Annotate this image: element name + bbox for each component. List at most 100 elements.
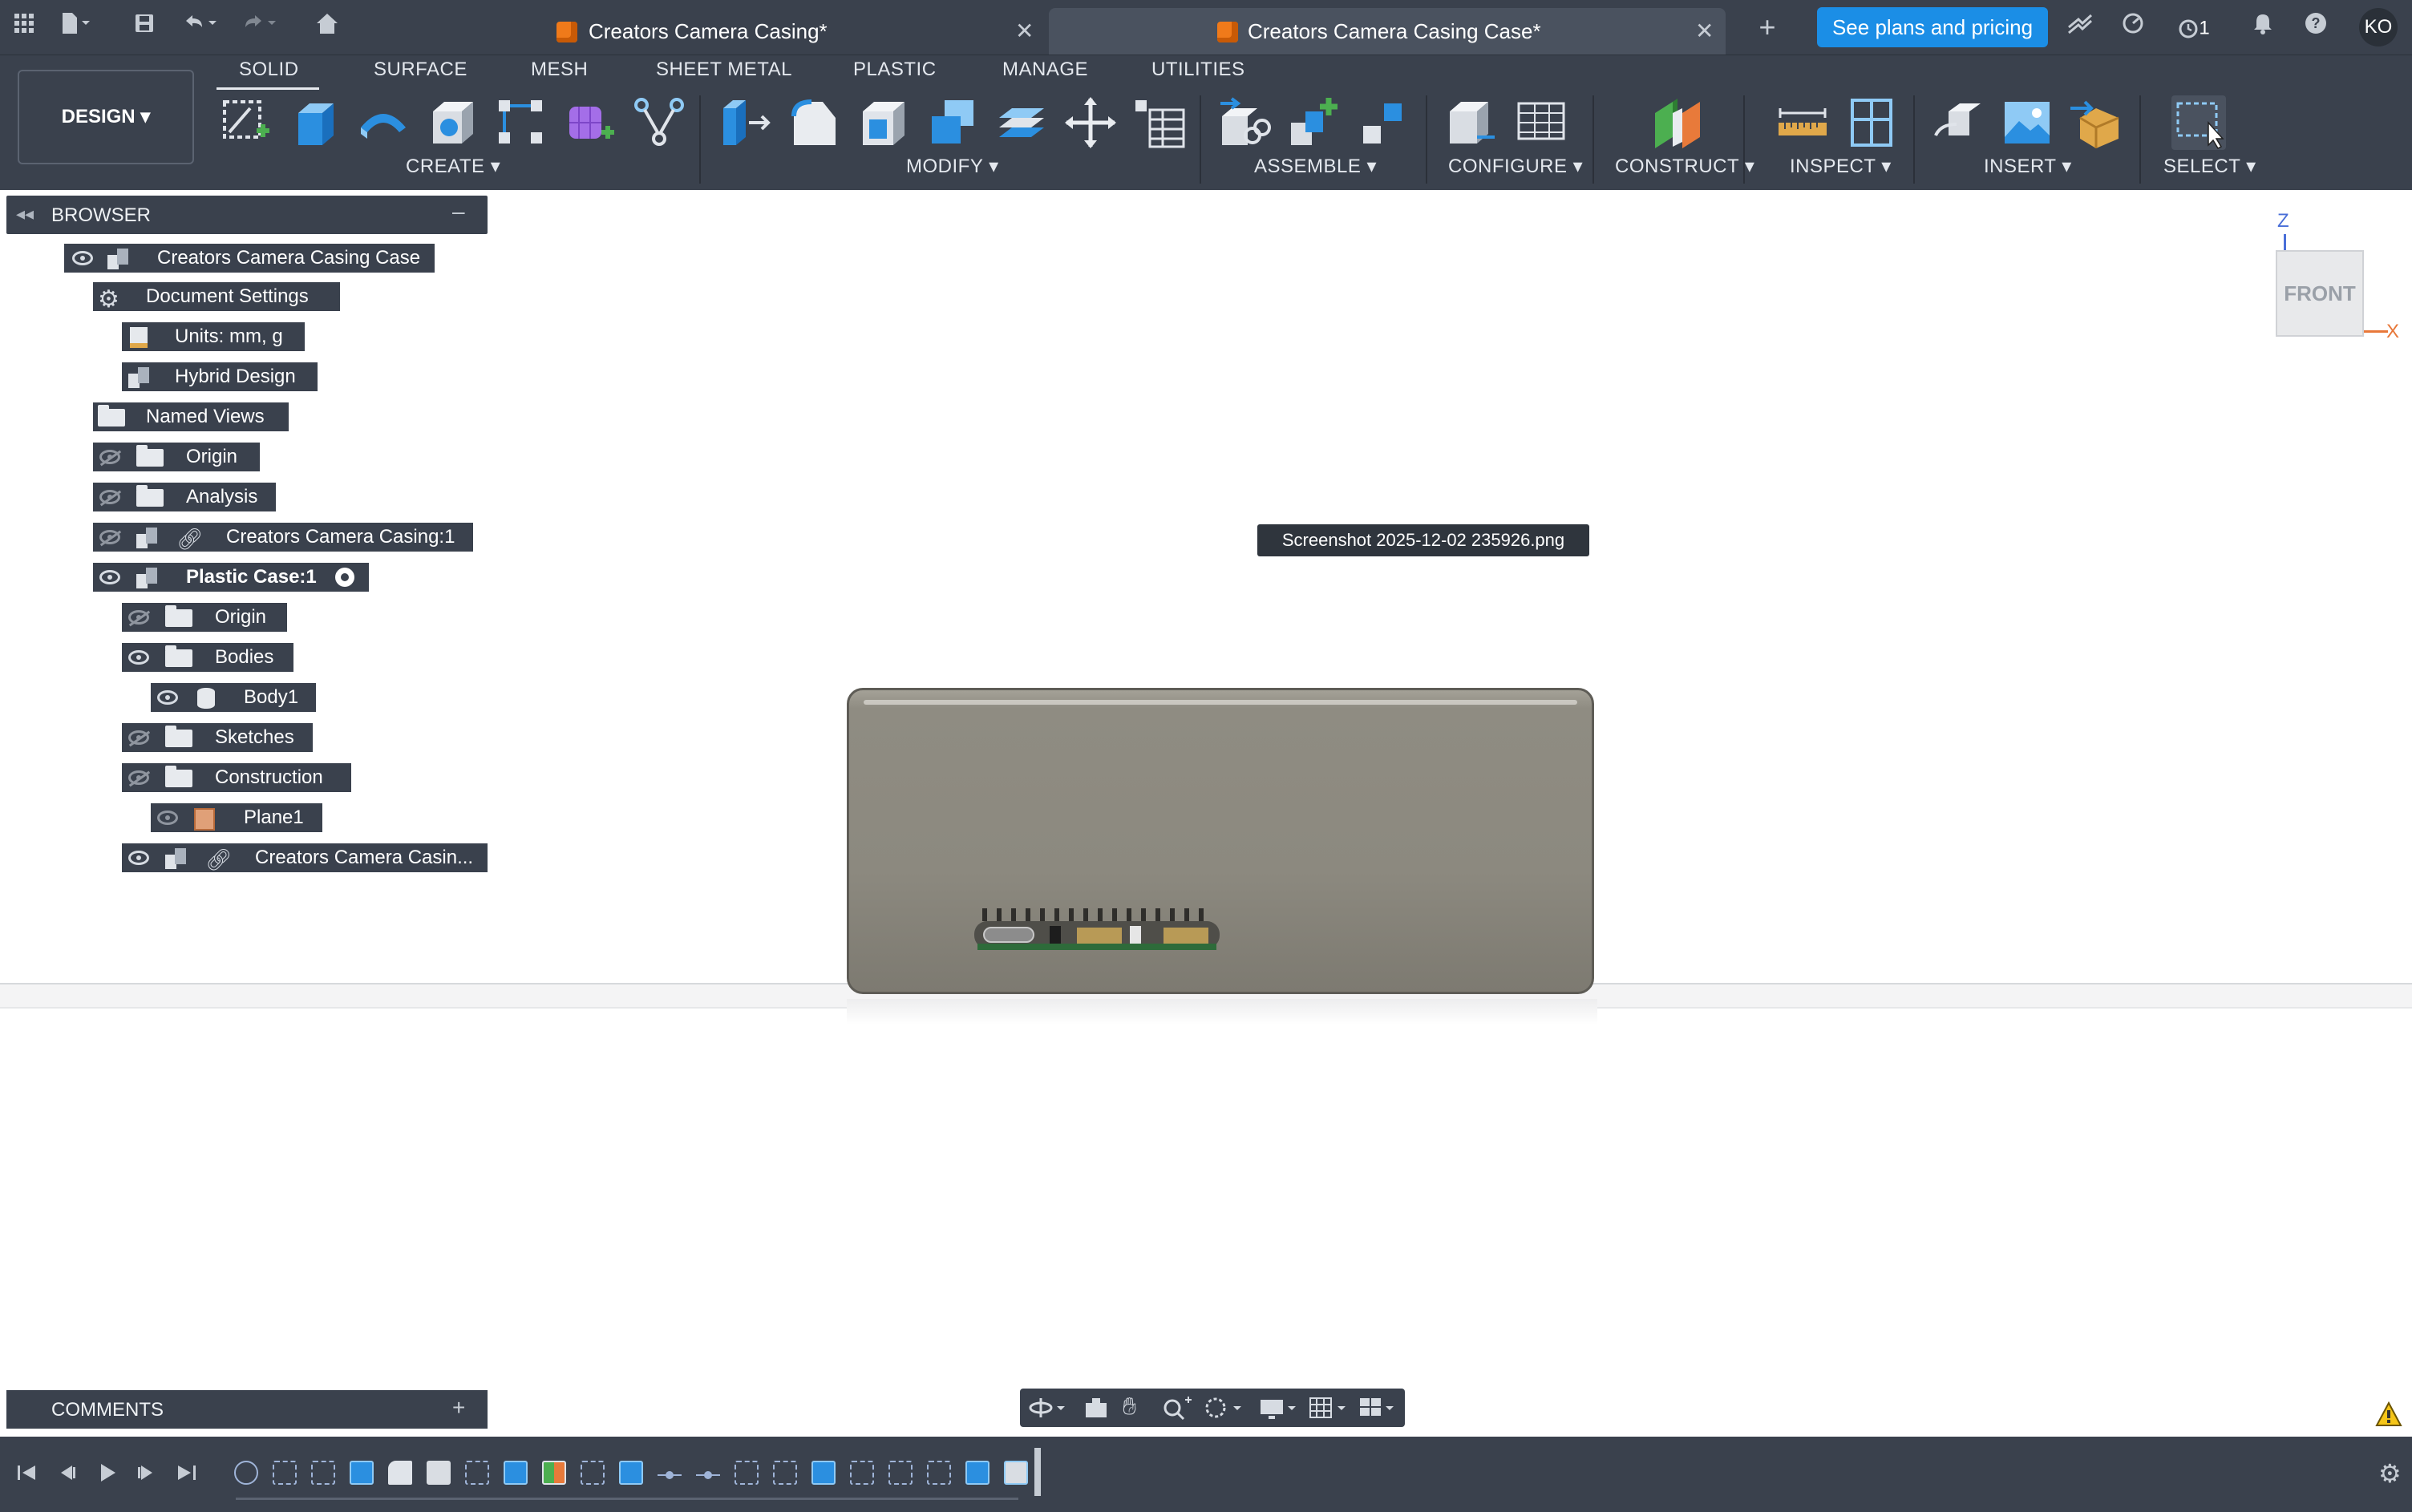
chevron-right-icon[interactable]: ›	[58, 441, 82, 465]
new-tab-icon[interactable]: +	[1751, 11, 1783, 43]
notifications-icon[interactable]	[2247, 11, 2279, 43]
play-icon[interactable]	[95, 1461, 119, 1485]
as-built-joint-icon[interactable]	[1355, 95, 1410, 150]
hole-icon[interactable]	[425, 95, 480, 150]
pan-icon[interactable]: ✋︎	[1123, 1393, 1150, 1421]
inspect-menu[interactable]: INSPECT ▾	[1790, 155, 1892, 178]
chevron-right-icon[interactable]: ›	[87, 722, 111, 746]
timeline-extrude-icon[interactable]	[504, 1461, 528, 1485]
zoom-icon[interactable]	[1161, 1395, 1193, 1421]
timeline-extrude-icon[interactable]	[811, 1461, 836, 1485]
browser-node-units[interactable]: Units: mm, g	[122, 322, 305, 351]
visibility-eye-icon[interactable]	[99, 570, 120, 584]
measure-icon[interactable]	[1775, 95, 1830, 150]
visibility-eye-icon[interactable]	[72, 251, 93, 265]
undo-icon[interactable]	[181, 11, 217, 43]
timeline-sketch-icon[interactable]	[888, 1461, 913, 1485]
extrude-icon[interactable]	[287, 95, 342, 150]
active-component-radio-icon[interactable]	[335, 568, 354, 587]
chevron-down-icon[interactable]: ⌄	[30, 245, 55, 269]
browser-node-sketches[interactable]: Sketches	[122, 723, 313, 752]
chevron-right-icon[interactable]: ›	[58, 481, 82, 505]
revolve-icon[interactable]	[356, 95, 411, 150]
timeline-sketch-icon[interactable]	[735, 1461, 759, 1485]
derive-icon[interactable]	[632, 95, 686, 150]
browser-node-document-settings[interactable]: ⚙ Document Settings	[93, 282, 340, 313]
timeline-sketch-icon[interactable]	[927, 1461, 951, 1485]
collapse-panel-icon[interactable]: ◂◂	[16, 204, 34, 224]
tab-creators-camera-casing[interactable]: Creators Camera Casing* ✕	[529, 8, 1042, 55]
save-icon[interactable]	[128, 11, 160, 43]
timeline-settings-gear-icon[interactable]: ⚙	[2378, 1461, 2404, 1486]
browser-node-named-views[interactable]: Named Views	[93, 402, 289, 431]
physical-material-icon[interactable]	[1132, 95, 1187, 150]
chevron-right-icon[interactable]: ›	[87, 601, 111, 625]
timeline-sketch-icon[interactable]	[773, 1461, 797, 1485]
redo-icon[interactable]	[241, 11, 276, 43]
step-forward-icon[interactable]	[135, 1461, 159, 1485]
add-comment-button[interactable]: +	[452, 1395, 465, 1421]
press-pull-icon[interactable]	[718, 95, 773, 150]
timeline-joint-icon[interactable]	[696, 1469, 720, 1479]
browser-node-root[interactable]: Creators Camera Casing Case	[64, 244, 435, 273]
grid-settings-icon[interactable]	[1307, 1395, 1350, 1421]
viewports-icon[interactable]	[1357, 1395, 1400, 1421]
tab-plastic[interactable]: PLASTIC	[853, 59, 937, 81]
chevron-right-icon[interactable]: ›	[87, 842, 111, 866]
combine-icon[interactable]	[925, 95, 980, 150]
create-menu[interactable]: CREATE ▾	[406, 155, 500, 178]
create-form-icon[interactable]	[563, 95, 617, 150]
insert-canvas-icon[interactable]	[2000, 95, 2054, 150]
insert-mcmaster-icon[interactable]	[2069, 95, 2123, 150]
timeline-shell-icon[interactable]	[427, 1461, 451, 1485]
move-icon[interactable]	[1063, 95, 1118, 150]
new-component-icon[interactable]	[1286, 95, 1341, 150]
offset-face-icon[interactable]	[994, 95, 1049, 150]
close-tab-icon[interactable]: ✕	[1015, 8, 1034, 55]
go-to-end-icon[interactable]	[175, 1461, 199, 1485]
fit-icon[interactable]	[1203, 1395, 1246, 1421]
tab-surface[interactable]: SURFACE	[374, 59, 467, 81]
create-sketch-icon[interactable]	[218, 95, 273, 150]
assemble-menu[interactable]: ASSEMBLE ▾	[1254, 155, 1377, 178]
insert-menu[interactable]: INSERT ▾	[1984, 155, 2072, 178]
pattern-icon[interactable]	[494, 95, 548, 150]
warning-icon[interactable]	[2375, 1401, 2402, 1427]
configuration-table-icon[interactable]	[1516, 95, 1570, 150]
configure-design-icon[interactable]	[1445, 95, 1499, 150]
select-icon[interactable]	[2171, 95, 2226, 150]
construct-menu[interactable]: CONSTRUCT ▾	[1615, 155, 1754, 178]
home-icon[interactable]	[311, 11, 343, 43]
go-to-start-icon[interactable]	[14, 1461, 38, 1485]
timeline-hole-icon[interactable]	[1004, 1461, 1028, 1485]
hidden-eye-icon[interactable]	[128, 610, 149, 625]
workspace-switcher[interactable]: DESIGN ▾	[18, 70, 194, 164]
timeline-extrude-icon[interactable]	[619, 1461, 643, 1485]
timeline-extrude-icon[interactable]	[965, 1461, 989, 1485]
tab-mesh[interactable]: MESH	[531, 59, 588, 81]
timeline-plane-icon[interactable]	[542, 1461, 566, 1485]
chevron-down-icon[interactable]: ⌄	[58, 564, 82, 588]
browser-node-plane1[interactable]: Plane1	[151, 803, 322, 832]
orbit-icon[interactable]	[1028, 1395, 1068, 1421]
chevron-down-icon[interactable]: ⌄	[87, 765, 111, 789]
tab-sheet-metal[interactable]: SHEET METAL	[656, 59, 792, 81]
browser-node-plastic-case[interactable]: Plastic Case:1	[93, 563, 369, 592]
configure-menu[interactable]: CONFIGURE ▾	[1448, 155, 1583, 178]
close-tab-icon[interactable]: ✕	[1695, 8, 1714, 55]
browser-node-linked-component[interactable]: 🔗︎ Creators Camera Casing:1	[93, 523, 473, 552]
tab-creators-camera-casing-case[interactable]: Creators Camera Casing Case* ✕	[1049, 8, 1726, 55]
timeline-joint-icon[interactable]	[658, 1469, 682, 1479]
see-plans-button[interactable]: See plans and pricing	[1817, 7, 2048, 47]
timeline-sketch-icon[interactable]	[850, 1461, 874, 1485]
timeline-extrude-icon[interactable]	[350, 1461, 374, 1485]
viewcube-front-face[interactable]: FRONT	[2276, 250, 2364, 337]
shell-icon[interactable]	[856, 95, 911, 150]
section-analysis-icon[interactable]	[1844, 95, 1899, 150]
timeline-sketch-icon[interactable]	[311, 1461, 335, 1485]
hidden-eye-icon[interactable]	[99, 450, 120, 464]
timeline-sketch-icon[interactable]	[465, 1461, 489, 1485]
chevron-down-icon[interactable]: ⌄	[87, 645, 111, 669]
recent-activity-icon[interactable]	[2117, 11, 2149, 43]
select-menu[interactable]: SELECT ▾	[2163, 155, 2256, 178]
